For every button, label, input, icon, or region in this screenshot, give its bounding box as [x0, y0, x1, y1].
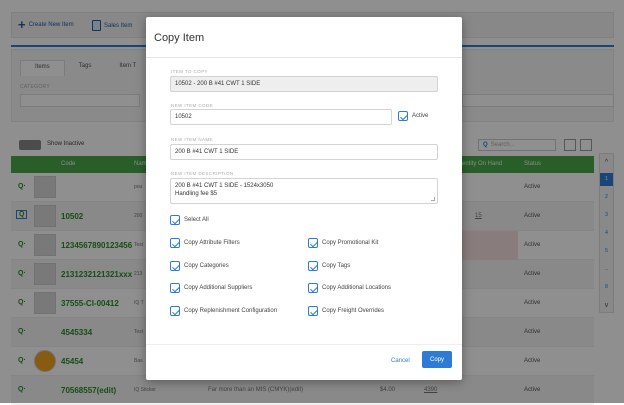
cancel-button[interactable]: Cancel — [391, 353, 410, 368]
copy-button[interactable]: Copy — [422, 351, 452, 368]
new-item-description-input[interactable]: 200 B #41 CWT 1 SIDE - 1524x3050 Handlin… — [170, 178, 438, 204]
active-label: Active — [412, 113, 429, 119]
copy-promotional-kit-checkbox[interactable] — [308, 238, 318, 248]
copy-additional-locations-label: Copy Additional Locations — [322, 285, 392, 291]
copy-freight-overrides-checkbox[interactable] — [308, 306, 318, 316]
new-item-code-label: NEW ITEM CODE — [171, 103, 213, 108]
dialog-title: Copy Item — [154, 32, 205, 44]
title-divider — [146, 57, 462, 58]
new-item-code-input[interactable]: 10502 — [170, 109, 392, 125]
active-checkbox[interactable] — [398, 111, 408, 121]
footer-divider — [146, 344, 462, 345]
copy-attribute-filters-checkbox[interactable] — [170, 238, 180, 248]
new-item-description-label: NEW ITEM DESCRIPTION — [171, 171, 234, 176]
copy-replenishment-configuration-checkbox[interactable] — [170, 306, 180, 316]
copy-attribute-filters-label: Copy Attribute Filters — [184, 240, 240, 246]
copy-categories-checkbox[interactable] — [170, 261, 180, 271]
description-line: Handling fee $5 — [175, 191, 218, 197]
item-to-copy-label: ITEM TO COPY — [171, 69, 208, 74]
copy-replenishment-configuration-label: Copy Replenishment Configuration — [184, 308, 278, 314]
copy-categories-label: Copy Categories — [184, 263, 229, 269]
description-line: 200 B #41 CWT 1 SIDE - 1524x3050 — [175, 183, 274, 189]
copy-additional-locations-checkbox[interactable] — [308, 283, 318, 293]
new-item-name-label: NEW ITEM NAME — [171, 137, 213, 142]
select-all-checkbox[interactable] — [170, 215, 180, 225]
copy-tags-label: Copy Tags — [322, 263, 351, 269]
copy-tags-checkbox[interactable] — [308, 261, 318, 271]
copy-additional-suppliers-label: Copy Additional Suppliers — [184, 285, 253, 291]
copy-additional-suppliers-checkbox[interactable] — [170, 283, 180, 293]
item-to-copy-field: 10502 - 200 B #41 CWT 1 SIDE — [170, 76, 438, 92]
select-all-label: Select All — [184, 217, 209, 223]
new-item-name-input[interactable]: 200 B #41 CWT 1 SIDE — [170, 144, 438, 160]
copy-freight-overrides-label: Copy Freight Overrides — [322, 308, 385, 314]
resize-handle-icon[interactable] — [431, 197, 435, 201]
copy-promotional-kit-label: Copy Promotional Kit — [322, 240, 379, 246]
copy-item-dialog: Copy Item ITEM TO COPY 10502 - 200 B #41… — [146, 17, 462, 380]
